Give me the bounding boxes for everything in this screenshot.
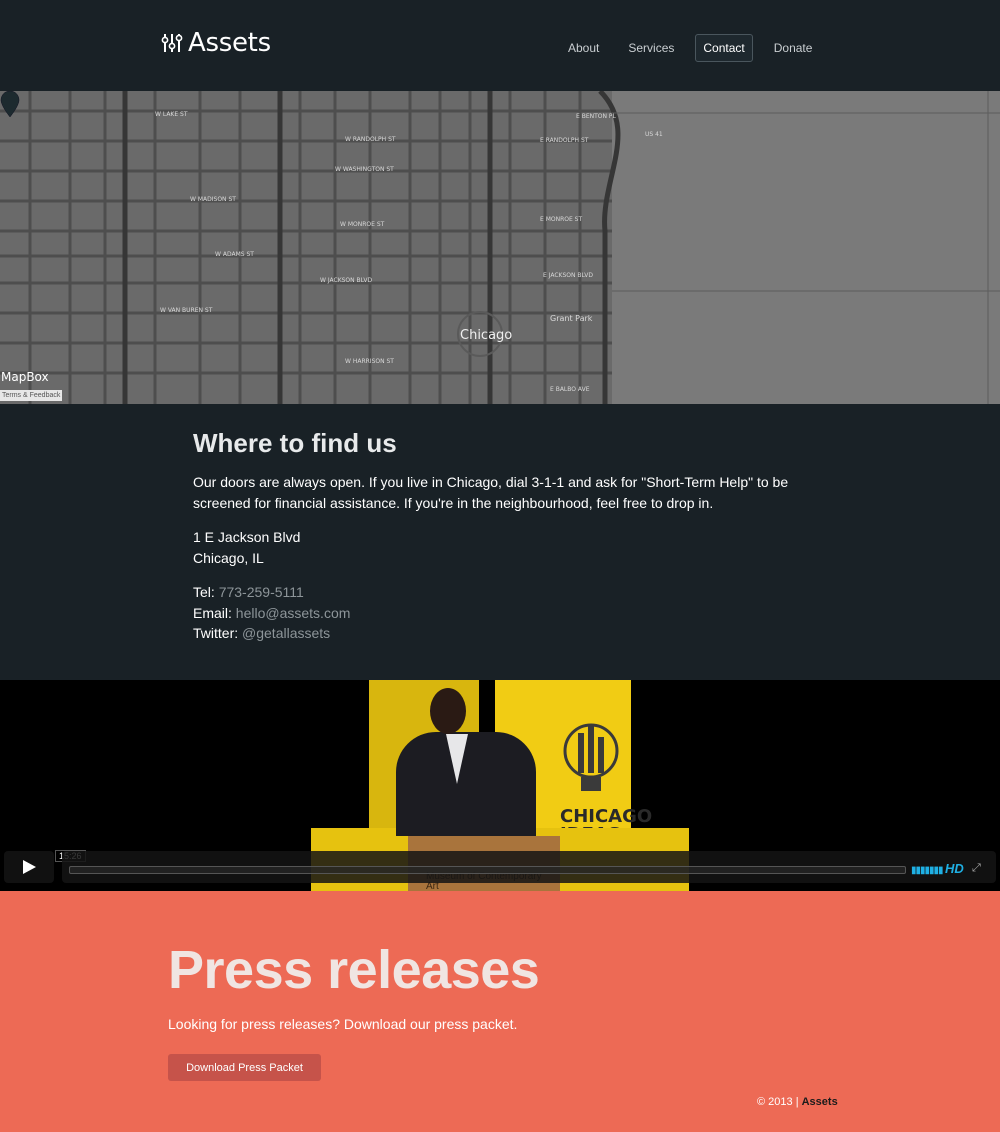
tel-label: Tel:	[193, 584, 215, 600]
video-player[interactable]: CHICAGO IDEAS WEEK Museum of Contemporar…	[0, 680, 1000, 891]
nav-about[interactable]: About	[560, 34, 607, 62]
logo[interactable]: Assets	[161, 28, 271, 58]
map-street-label: E RANDOLPH ST	[540, 137, 589, 144]
map-street-label: W HARRISON ST	[345, 358, 394, 365]
map-street-label: E BALBO AVE	[550, 386, 590, 393]
speaker	[396, 732, 536, 836]
map-street-label: E JACKSON BLVD	[543, 272, 593, 279]
logo-text: Assets	[188, 28, 271, 58]
map-marker-icon[interactable]	[0, 91, 20, 117]
play-button[interactable]	[4, 851, 54, 883]
address: 1 E Jackson Blvd Chicago, IL	[193, 527, 813, 568]
site-header: Assets About Services Contact Donate	[0, 0, 1000, 91]
map-street-label: W JACKSON BLVD	[320, 277, 373, 284]
press-section: Press releases Looking for press release…	[0, 891, 1000, 1132]
find-us-section: Where to find us Our doors are always op…	[0, 404, 1000, 680]
speaker-head	[430, 688, 466, 734]
press-text: Looking for press releases? Download our…	[168, 1016, 518, 1032]
email-link[interactable]: hello@assets.com	[236, 605, 351, 621]
map-street-label: W VAN BUREN ST	[160, 307, 213, 314]
main-nav: About Services Contact Donate	[560, 34, 833, 62]
tel-link[interactable]: 773-259-5111	[219, 584, 304, 600]
find-us-title: Where to find us	[193, 428, 397, 458]
nav-donate[interactable]: Donate	[766, 34, 821, 62]
email-label: Email:	[193, 604, 232, 621]
map-street-label: W MONROE ST	[340, 221, 385, 228]
footer-brand[interactable]: Assets	[802, 1096, 838, 1108]
map-city-label: Chicago	[460, 328, 513, 343]
twitter-label: Twitter:	[193, 625, 239, 641]
lightbulb-icon	[563, 723, 619, 791]
map-street-label: W LAKE ST	[155, 111, 188, 118]
address-line: Chicago, IL	[193, 549, 264, 566]
hd-toggle[interactable]: HD	[945, 861, 964, 876]
map-street-label: W WASHINGTON ST	[335, 166, 394, 173]
video-controls: 15:26 ▮▮▮▮▮▮▮ HD ⤢	[0, 850, 1000, 885]
twitter-link[interactable]: @getallassets	[242, 625, 330, 641]
nav-contact[interactable]: Contact	[695, 34, 753, 62]
copyright: © 2013 |	[757, 1096, 799, 1108]
map-street-label: E MONROE ST	[540, 216, 583, 223]
nav-services[interactable]: Services	[620, 34, 682, 62]
volume-icon[interactable]: ▮▮▮▮▮▮▮	[911, 865, 944, 876]
location-map[interactable]: W LAKE ST W RANDOLPH ST W WASHINGTON ST …	[0, 91, 1000, 404]
map-streets	[0, 91, 1000, 404]
sliders-icon	[161, 34, 183, 52]
map-street-label: W MADISON ST	[190, 196, 236, 203]
map-highway-label: US 41	[645, 131, 663, 138]
map-street-label: W RANDOLPH ST	[345, 136, 396, 143]
address-line: 1 E Jackson Blvd	[193, 529, 301, 545]
mapbox-logo[interactable]: MapBox	[1, 370, 49, 384]
contact-details: Tel: 773-259-5111 Email: hello@assets.co…	[193, 582, 813, 644]
map-street-label: E BENTON PL	[576, 113, 616, 120]
fullscreen-icon[interactable]: ⤢	[972, 862, 981, 875]
terms-feedback-link[interactable]: Terms & Feedback	[0, 390, 63, 401]
footer: © 2013 | Assets	[757, 1096, 838, 1108]
map-street-label: W ADAMS ST	[215, 251, 254, 258]
video-progress-track[interactable]	[69, 866, 906, 874]
video-timebar: ▮▮▮▮▮▮▮ HD ⤢	[62, 851, 996, 883]
download-press-packet-button[interactable]: Download Press Packet	[168, 1054, 321, 1081]
map-park-label: Grant Park	[550, 314, 593, 323]
press-title: Press releases	[168, 940, 540, 1000]
find-us-intro: Our doors are always open. If you live i…	[193, 474, 789, 511]
